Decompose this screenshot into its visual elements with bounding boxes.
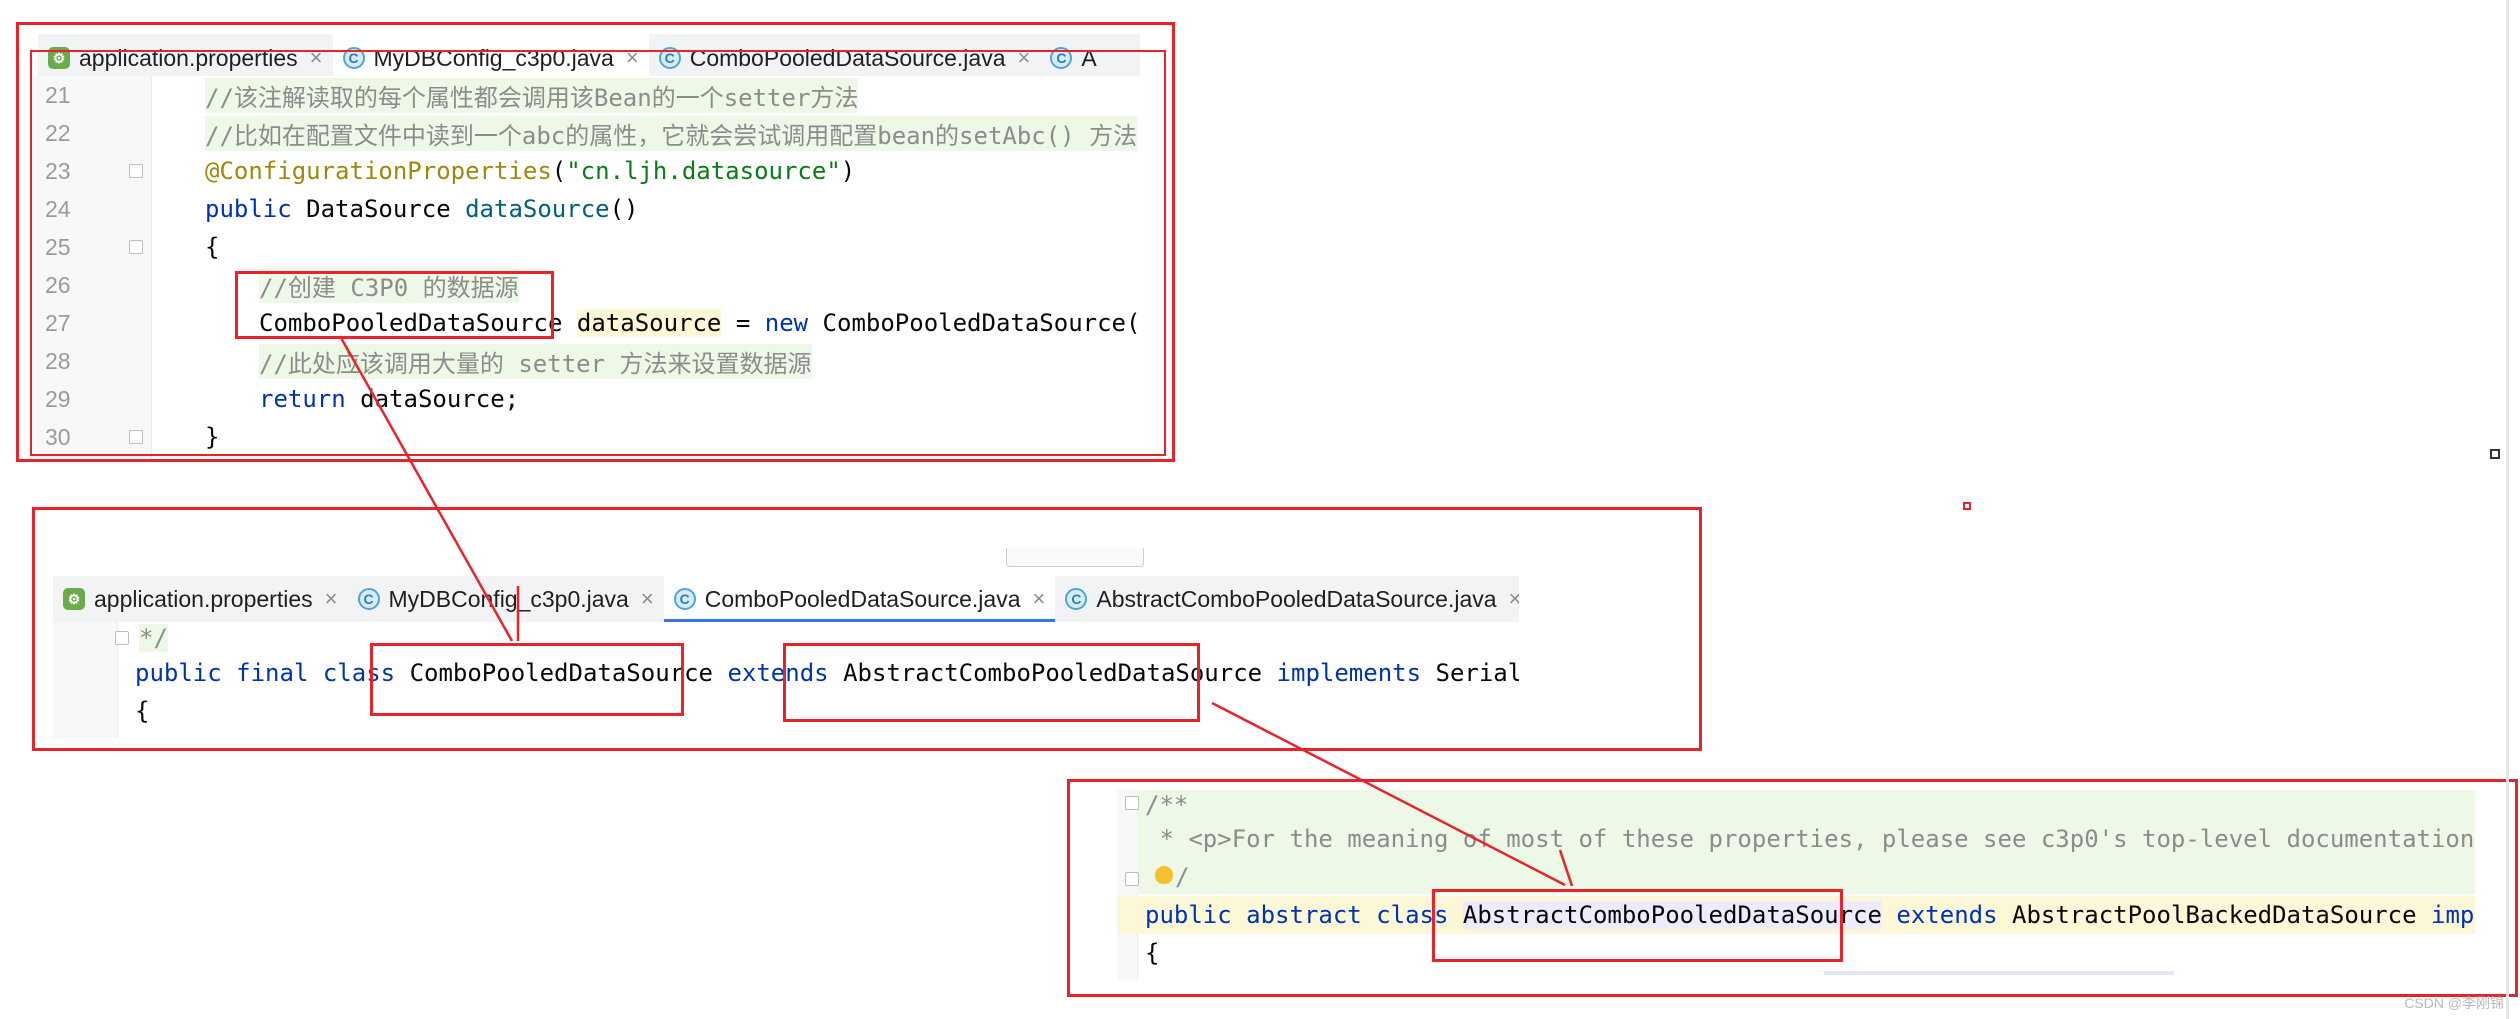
connector-line-1: [338, 335, 514, 642]
connector-line-4: [1558, 849, 1574, 887]
connector-line-3: [1211, 701, 1566, 887]
connector-arrows: [338, 335, 1574, 887]
watermark: CSDN @李刚锦: [2404, 995, 2504, 1011]
